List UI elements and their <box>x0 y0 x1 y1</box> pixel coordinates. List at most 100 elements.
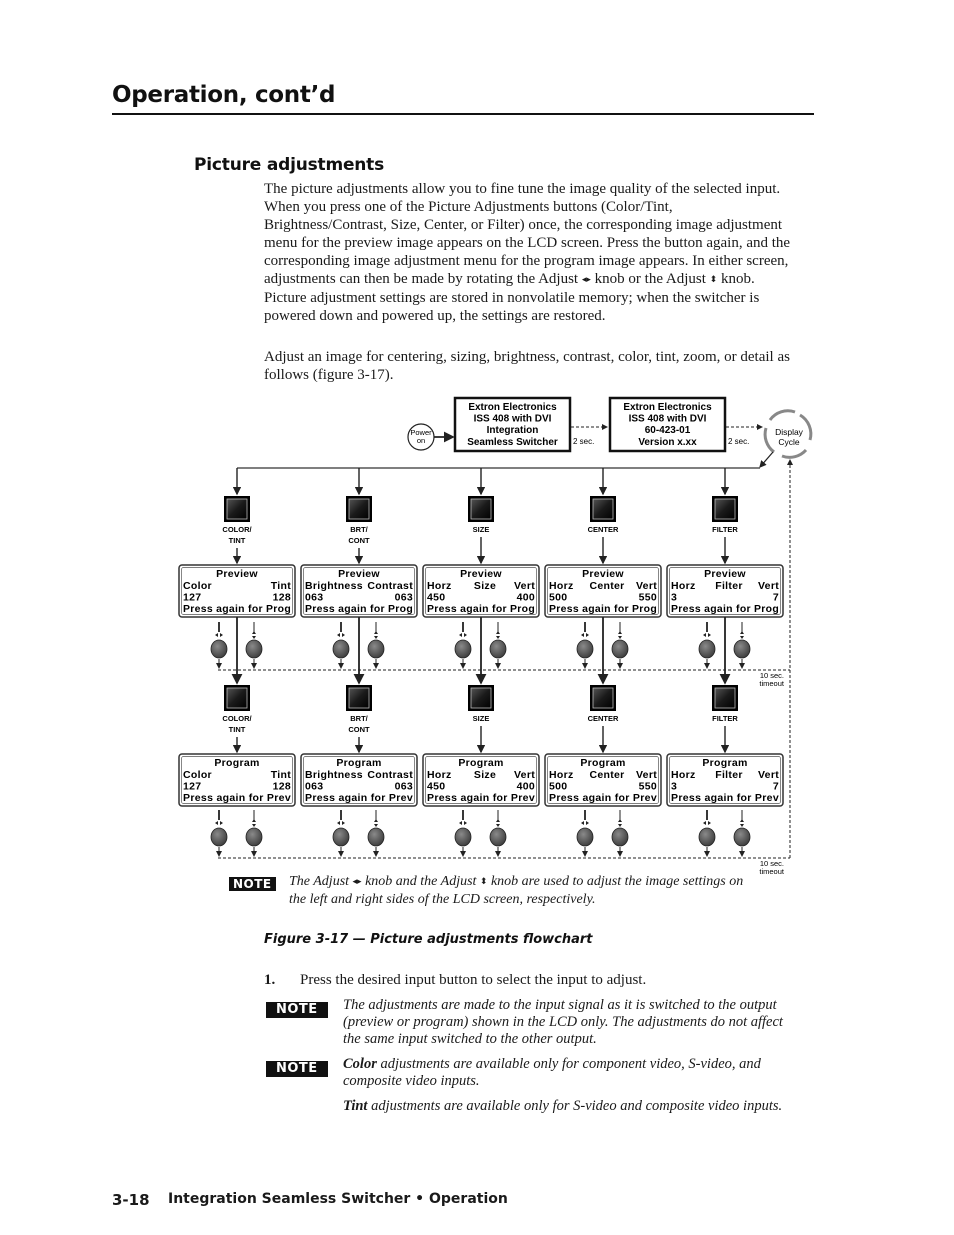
adjust-vertical-knob[interactable] <box>245 639 263 659</box>
note-badge-1: NOTE <box>266 1000 328 1018</box>
lcd-left-value: 500 <box>549 781 567 793</box>
display-cycle-label: Display <box>775 427 804 437</box>
startup-line-2: ISS 408 with DVI <box>474 414 552 425</box>
lcd-left-value: 500 <box>549 592 567 604</box>
lcd-right-label: Contrast <box>367 580 413 592</box>
note-text-2: Color adjustments are available only for… <box>343 1056 803 1090</box>
startup-lcd-screen: Extron Electronics ISS 408 with DVI Inte… <box>453 396 572 453</box>
lcd-left-label: Color <box>183 580 212 592</box>
button-label: COLOR/ <box>222 714 252 723</box>
adjust-horizontal-knob[interactable] <box>698 639 716 659</box>
lcd-footer: Press again for Prog <box>671 603 779 615</box>
button-face <box>592 498 614 520</box>
button-label: FILTER <box>712 714 738 723</box>
adjust-vertical-knob[interactable] <box>367 639 385 659</box>
vertical-adjust-icon <box>374 631 378 639</box>
lcd-left-value: 3 <box>671 592 677 604</box>
button-label: SIZE <box>473 525 490 534</box>
lcd-left-value: 450 <box>427 781 445 793</box>
adjust-horizontal-knob[interactable] <box>454 639 472 659</box>
adjust-vertical-knob[interactable] <box>489 639 507 659</box>
adjustment-column: COLOR/TINTPreviewColor Tint127 128Press ag… <box>178 468 296 857</box>
adjust-horizontal-knob[interactable] <box>332 827 350 847</box>
lcd-left-label: Brightness <box>305 580 363 592</box>
horizontal-adjust-icon <box>337 821 345 825</box>
lcd-right-label: Vert <box>514 769 535 781</box>
note-badge: NOTE <box>266 1061 328 1077</box>
button-label: TINT <box>229 725 246 734</box>
step-text: Press the desired input button to select… <box>300 972 647 988</box>
delay-label-1: 2 sec. <box>573 437 594 446</box>
note-badge: NOTE <box>266 1002 328 1018</box>
vertical-adjust-icon <box>252 631 256 639</box>
adjust-vertical-knob[interactable] <box>611 639 629 659</box>
lcd-left-label: Horz <box>671 769 696 781</box>
delay-label-2: 2 sec. <box>728 437 749 446</box>
vertical-adjust-icon <box>618 631 622 639</box>
note-body: adjustments are available only for compo… <box>343 1056 761 1089</box>
lcd-right-value: 063 <box>395 592 413 604</box>
button-label: BRT/ <box>350 714 368 723</box>
lcd-right-value: 7 <box>773 781 779 793</box>
adjustment-column: BRT/CONTPreviewBrightness Contrast063 063P… <box>300 468 418 857</box>
horizontal-adjust-icon <box>215 821 223 825</box>
lcd-left-value: 3 <box>671 781 677 793</box>
figure-note-part-1: The Adjust <box>289 874 353 889</box>
horizontal-adjust-icon <box>337 633 345 637</box>
vertical-adjust-icon <box>496 819 500 827</box>
lcd-right-value: 400 <box>517 592 535 604</box>
adjust-vertical-knob[interactable] <box>611 827 629 847</box>
lcd-left-label: Horz <box>549 580 574 592</box>
adjust-horizontal-knob[interactable] <box>576 827 594 847</box>
adjust-horizontal-knob[interactable] <box>698 827 716 847</box>
adjust-horizontal-knob[interactable] <box>210 639 228 659</box>
lcd-right-label: Vert <box>514 580 535 592</box>
adjustment-column: FILTERPreviewHorz Filter Vert 3 7Press agai… <box>666 468 784 857</box>
lcd-left-label: Color <box>183 769 212 781</box>
startup-line-3: Integration <box>487 425 539 436</box>
vertical-adjust-icon <box>496 631 500 639</box>
lcd-title: Program <box>214 757 259 769</box>
lcd-left-value: 063 <box>305 592 323 604</box>
lcd-right-label: Tint <box>271 769 291 781</box>
lcd-left-label: Horz <box>671 580 696 592</box>
lcd-left-value: 127 <box>183 592 201 604</box>
adjustment-column: SIZEPreviewHorz Size Vert450 400Press again… <box>422 468 540 857</box>
lcd-title: Program <box>580 757 625 769</box>
adjust-horizontal-knob[interactable] <box>332 639 350 659</box>
button-label: CONT <box>348 536 370 545</box>
button-label: COLOR/ <box>222 525 252 534</box>
lcd-right-value: 550 <box>639 592 657 604</box>
adjust-horizontal-knob[interactable] <box>454 827 472 847</box>
lcd-mid-label: Center <box>589 769 624 781</box>
lcd-title: Preview <box>704 568 746 580</box>
button-face <box>714 498 736 520</box>
tint-body: adjustments are available only for S-vid… <box>367 1098 783 1114</box>
adjust-vertical-knob[interactable] <box>733 639 751 659</box>
lcd-right-value: 128 <box>273 592 291 604</box>
lcd-title: Preview <box>460 568 502 580</box>
horizontal-adjust-icon: ◂▸ <box>352 877 362 887</box>
button-label: FILTER <box>712 525 738 534</box>
button-face <box>714 687 736 709</box>
adjust-horizontal-knob[interactable] <box>210 827 228 847</box>
button-label: BRT/ <box>350 525 368 534</box>
figure-caption: Figure 3-17 — Picture adjustments flowch… <box>264 932 593 947</box>
lcd-right-label: Vert <box>758 769 779 781</box>
adjust-vertical-knob[interactable] <box>489 827 507 847</box>
lcd-right-value: 400 <box>517 781 535 793</box>
adjust-vertical-knob[interactable] <box>367 827 385 847</box>
adjust-vertical-knob[interactable] <box>733 827 751 847</box>
button-face <box>348 498 370 520</box>
horizontal-adjust-icon <box>459 821 467 825</box>
vertical-adjust-icon <box>740 819 744 827</box>
figure-note-text: The Adjust ◂▸ knob and the Adjust ⬍ knob… <box>289 873 759 909</box>
lcd-footer: Press again for Prev <box>183 792 291 804</box>
adjust-horizontal-knob[interactable] <box>576 639 594 659</box>
adjust-vertical-knob[interactable] <box>245 827 263 847</box>
button-label: CENTER <box>588 714 619 723</box>
adjustment-column: CENTERPreviewHorz Center Vert500 550Press a… <box>544 468 662 857</box>
note-badge: NOTE <box>229 877 276 891</box>
startup-line-1: Extron Electronics <box>468 402 557 413</box>
version-line-4: Version x.xx <box>638 437 697 448</box>
